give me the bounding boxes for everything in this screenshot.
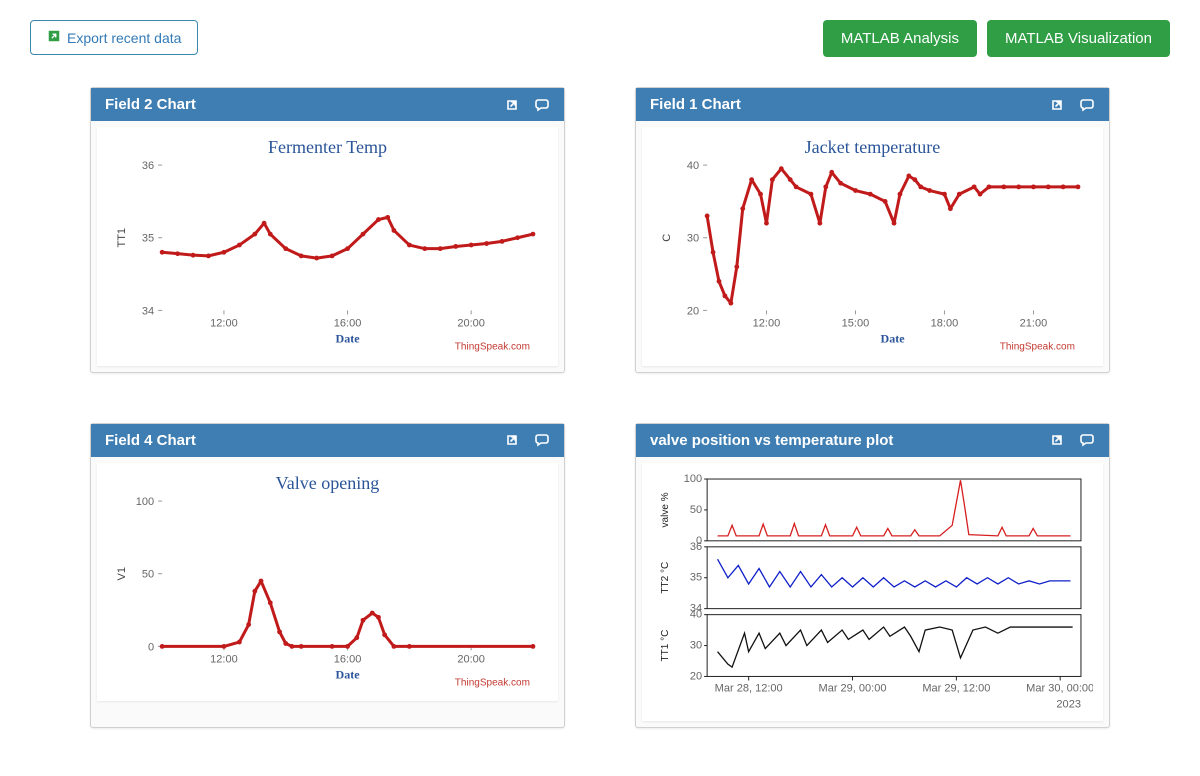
popout-icon[interactable]: [504, 97, 520, 113]
popout-icon[interactable]: [504, 432, 520, 448]
svg-text:C: C: [661, 234, 673, 242]
panel-field2: Field 2 Chart Fermenter Temp TT1 34 35 36 12:…: [90, 87, 565, 373]
panel-body-field4: Valve opening V1 0 50 100 12:00 16:00 20:00 Date…: [97, 463, 558, 702]
chart-grid: Field 2 Chart Fermenter Temp TT1 34 35 36 12:…: [30, 87, 1170, 728]
export-label: Export recent data: [67, 30, 181, 46]
svg-text:40: 40: [687, 160, 699, 172]
svg-text:Date: Date: [336, 667, 361, 681]
popout-icon[interactable]: [1049, 97, 1065, 113]
svg-text:16:00: 16:00: [334, 653, 362, 665]
svg-text:Date: Date: [881, 331, 906, 345]
chat-icon[interactable]: [1079, 432, 1095, 448]
panel-field1: Field 1 Chart Jacket temperature C 20 30 40 1…: [635, 87, 1110, 373]
svg-text:50: 50: [142, 568, 154, 580]
svg-text:15:00: 15:00: [842, 317, 870, 329]
svg-text:18:00: 18:00: [931, 317, 959, 329]
panel-title: Field 4 Chart: [105, 432, 196, 449]
svg-text:0: 0: [148, 641, 154, 653]
matlab-visualization-button[interactable]: MATLAB Visualization: [987, 20, 1170, 57]
panel-header-field4: Field 4 Chart: [91, 424, 564, 457]
svg-text:35: 35: [142, 233, 154, 245]
svg-text:50: 50: [690, 503, 702, 515]
panel-body-field2: Fermenter Temp TT1 34 35 36 12:00 16:00 20:00 Da…: [97, 127, 558, 366]
export-icon: [47, 29, 61, 46]
panel-body-multi: valve %050100TT2 °C343536TT1 °C203040Mar…: [642, 463, 1103, 722]
svg-text:Mar 29, 00:00: Mar 29, 00:00: [819, 682, 887, 694]
panel-header-field2: Field 2 Chart: [91, 88, 564, 121]
matlab-analysis-button[interactable]: MATLAB Analysis: [823, 20, 977, 57]
svg-text:16:00: 16:00: [334, 317, 362, 329]
svg-text:30: 30: [690, 639, 702, 651]
svg-text:35: 35: [690, 571, 702, 583]
svg-text:ThingSpeak.com: ThingSpeak.com: [455, 677, 530, 688]
svg-text:Valve opening: Valve opening: [276, 473, 380, 493]
svg-text:36: 36: [142, 160, 154, 172]
svg-text:100: 100: [684, 473, 702, 485]
popout-icon[interactable]: [1049, 432, 1065, 448]
panel-header-multi: valve position vs temperature plot: [636, 424, 1109, 457]
panel-header-field1: Field 1 Chart: [636, 88, 1109, 121]
svg-text:TT1: TT1: [116, 228, 128, 248]
svg-text:12:00: 12:00: [210, 317, 238, 329]
svg-text:2023: 2023: [1056, 698, 1081, 710]
chart-valve-opening: Valve opening V1 0 50 100 12:00 16:00 20:00 Date…: [107, 471, 548, 692]
chart-fermenter-temp: Fermenter Temp TT1 34 35 36 12:00 16:00 20:00 Da…: [107, 135, 548, 356]
svg-text:20:00: 20:00: [457, 317, 485, 329]
svg-text:Jacket temperature: Jacket temperature: [805, 137, 941, 157]
svg-text:Fermenter Temp: Fermenter Temp: [268, 137, 387, 157]
toolbar: Export recent data MATLAB Analysis MATLA…: [30, 20, 1170, 57]
svg-text:Mar 28, 12:00: Mar 28, 12:00: [715, 682, 783, 694]
svg-text:12:00: 12:00: [210, 653, 238, 665]
svg-text:Date: Date: [336, 331, 361, 345]
svg-text:21:00: 21:00: [1020, 317, 1048, 329]
svg-text:ThingSpeak.com: ThingSpeak.com: [455, 341, 530, 352]
matlab-buttons: MATLAB Analysis MATLAB Visualization: [823, 20, 1170, 57]
chat-icon[interactable]: [534, 432, 550, 448]
svg-text:20: 20: [690, 670, 702, 682]
svg-text:12:00: 12:00: [753, 317, 781, 329]
svg-text:TT1 °C: TT1 °C: [660, 629, 671, 661]
panel-field4: Field 4 Chart Valve opening V1 0 50 100 12:00…: [90, 423, 565, 729]
panel-multi: valve position vs temperature plot valve…: [635, 423, 1110, 729]
svg-text:20:00: 20:00: [457, 653, 485, 665]
panel-title: valve position vs temperature plot: [650, 432, 893, 449]
svg-text:Mar 30, 00:00: Mar 30, 00:00: [1026, 682, 1093, 694]
svg-text:ThingSpeak.com: ThingSpeak.com: [1000, 341, 1075, 352]
chart-valve-vs-temp: valve %050100TT2 °C343536TT1 °C203040Mar…: [652, 471, 1093, 712]
chat-icon[interactable]: [1079, 97, 1095, 113]
svg-text:100: 100: [136, 496, 154, 508]
svg-text:V1: V1: [116, 566, 128, 579]
svg-text:34: 34: [142, 305, 154, 317]
panel-body-field1: Jacket temperature C 20 30 40 12:00 15:00 18:00…: [642, 127, 1103, 366]
chart-jacket-temp: Jacket temperature C 20 30 40 12:00 15:00 18:00…: [652, 135, 1093, 356]
svg-text:30: 30: [687, 233, 699, 245]
svg-text:40: 40: [690, 608, 702, 620]
panel-title: Field 1 Chart: [650, 96, 741, 113]
svg-text:valve %: valve %: [660, 492, 671, 527]
export-button[interactable]: Export recent data: [30, 20, 198, 55]
svg-text:Mar 29, 12:00: Mar 29, 12:00: [922, 682, 990, 694]
panel-title: Field 2 Chart: [105, 96, 196, 113]
svg-text:TT2 °C: TT2 °C: [660, 561, 671, 593]
svg-text:20: 20: [687, 305, 699, 317]
svg-text:36: 36: [690, 540, 702, 552]
chat-icon[interactable]: [534, 97, 550, 113]
